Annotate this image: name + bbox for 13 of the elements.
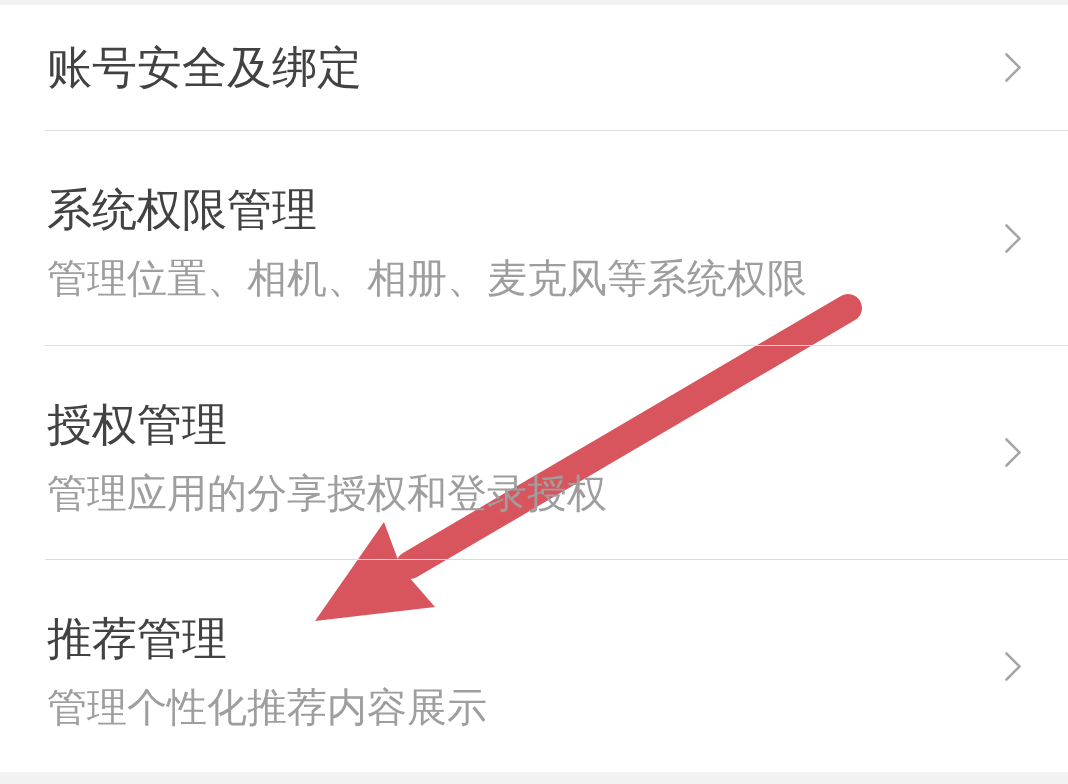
- chevron-right-icon: [1005, 223, 1021, 253]
- chevron-right-icon: [1005, 53, 1021, 82]
- item-subtitle: 管理位置、相机、相册、麦克风等系统权限: [47, 255, 807, 302]
- chevron-right-icon: [1005, 651, 1021, 681]
- item-title: 推荐管理: [47, 612, 227, 666]
- settings-item[interactable]: 系统权限管理 管理位置、相机、相册、麦克风等系统权限: [45, 131, 1068, 346]
- item-title: 授权管理: [47, 398, 227, 452]
- item-subtitle: 管理个性化推荐内容展示: [47, 684, 487, 731]
- settings-item[interactable]: 推荐管理 管理个性化推荐内容展示: [45, 560, 1068, 772]
- settings-item[interactable]: 账号安全及绑定: [45, 5, 1068, 131]
- chevron-right-icon: [1005, 438, 1021, 467]
- item-title: 账号安全及绑定: [47, 40, 362, 95]
- item-title: 系统权限管理: [47, 183, 317, 237]
